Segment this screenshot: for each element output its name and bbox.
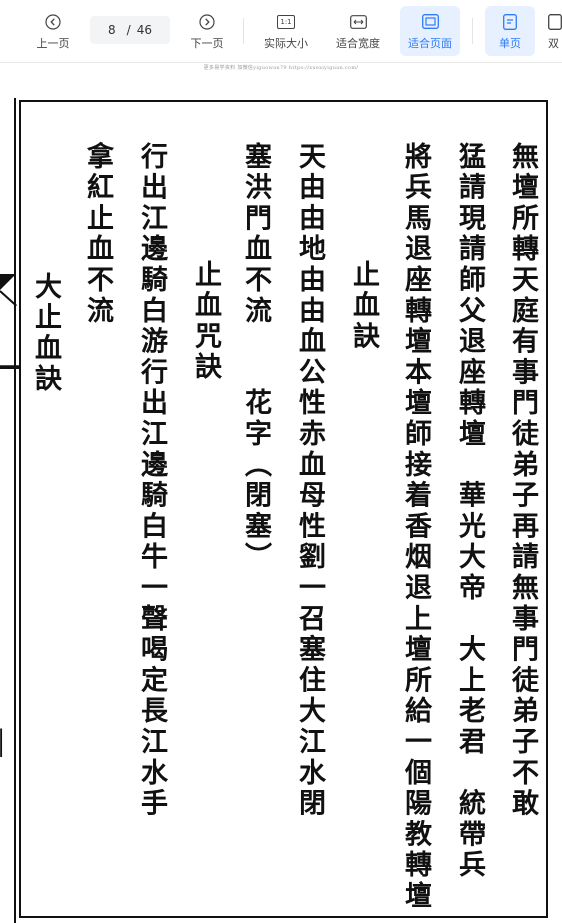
current-page-input[interactable]: 8: [108, 23, 116, 37]
fit-width-label: 适合宽度: [336, 36, 380, 50]
double-page-button[interactable]: 双: [548, 6, 562, 56]
fit-page-icon: [421, 12, 439, 32]
page-edge-mark: [0, 274, 16, 290]
viewer-toolbar: 上一页 8 / 46 下一页 1:1 实际大小 适合宽度 适合页面 单页 双: [0, 0, 562, 63]
text-column: 天由由地由由血公性赤血母性劉一召塞住大江水閉: [294, 142, 325, 820]
fit-page-label: 适合页面: [408, 36, 452, 50]
next-page-button[interactable]: 下一页: [184, 6, 230, 56]
fit-width-button[interactable]: 适合宽度: [330, 6, 386, 56]
previous-page-edge: [0, 98, 16, 923]
text-column: 拿紅止血不流: [82, 142, 113, 327]
single-page-button[interactable]: 单页: [485, 6, 535, 56]
single-page-label: 单页: [499, 36, 521, 50]
watermark-text: 更多易学资料 加微信yiguowan79 https://xuexiyiguan…: [203, 65, 359, 71]
chevron-right-circle-icon: [199, 12, 215, 32]
text-column: 止血訣: [348, 260, 379, 353]
double-page-label: 双: [548, 36, 559, 50]
toolbar-divider: [472, 18, 473, 44]
double-page-icon: [548, 12, 562, 32]
toolbar-divider: [243, 18, 244, 44]
text-column: 將兵馬退座轉壇本壇師接着香烟退上壇所給一個陽教轉壇: [400, 142, 431, 912]
actual-size-button[interactable]: 1:1 实际大小: [258, 6, 314, 56]
text-column: 止血咒訣: [190, 260, 221, 384]
chevron-left-circle-icon: [45, 12, 61, 32]
page-edge-glyph: │: [0, 728, 9, 757]
fit-page-button[interactable]: 适合页面: [400, 6, 460, 56]
prev-page-label: 上一页: [36, 36, 70, 50]
actual-size-icon-text: 1:1: [277, 14, 295, 29]
prev-page-button[interactable]: 上一页: [30, 6, 76, 56]
page-edge-glyph: ┃: [0, 360, 21, 375]
text-frame: 無壇所轉天庭有事門徒弟子再請無事門徒弟子不敢 猛請現請師父退座轉壇 華光大帝 大…: [19, 100, 548, 918]
page-indicator: 8 / 46: [90, 16, 170, 44]
text-column: 猛請現請師父退座轉壇 華光大帝 大上老君 統帶兵: [454, 142, 485, 882]
actual-size-icon: 1:1: [277, 12, 295, 32]
next-page-label: 下一页: [190, 36, 224, 50]
page-separator: /: [126, 23, 131, 37]
text-column: 大止血訣: [30, 272, 61, 396]
actual-size-label: 实际大小: [264, 36, 308, 50]
text-column: 無壇所轉天庭有事門徒弟子再請無事門徒弟子不敢: [507, 142, 538, 820]
total-pages: 46: [136, 23, 152, 37]
fit-width-icon: [349, 12, 367, 32]
single-page-icon: [503, 12, 517, 32]
text-column: 行出江邊騎白游行出江邊騎白牛一聲喝定長江水手: [136, 142, 167, 820]
document-page: ┃ │ 無壇所轉天庭有事門徒弟子再請無事門徒弟子不敢 猛請現請師父退座轉壇 華光…: [0, 78, 562, 923]
text-column: 塞洪門血不流 花字（閉塞）: [240, 142, 271, 574]
